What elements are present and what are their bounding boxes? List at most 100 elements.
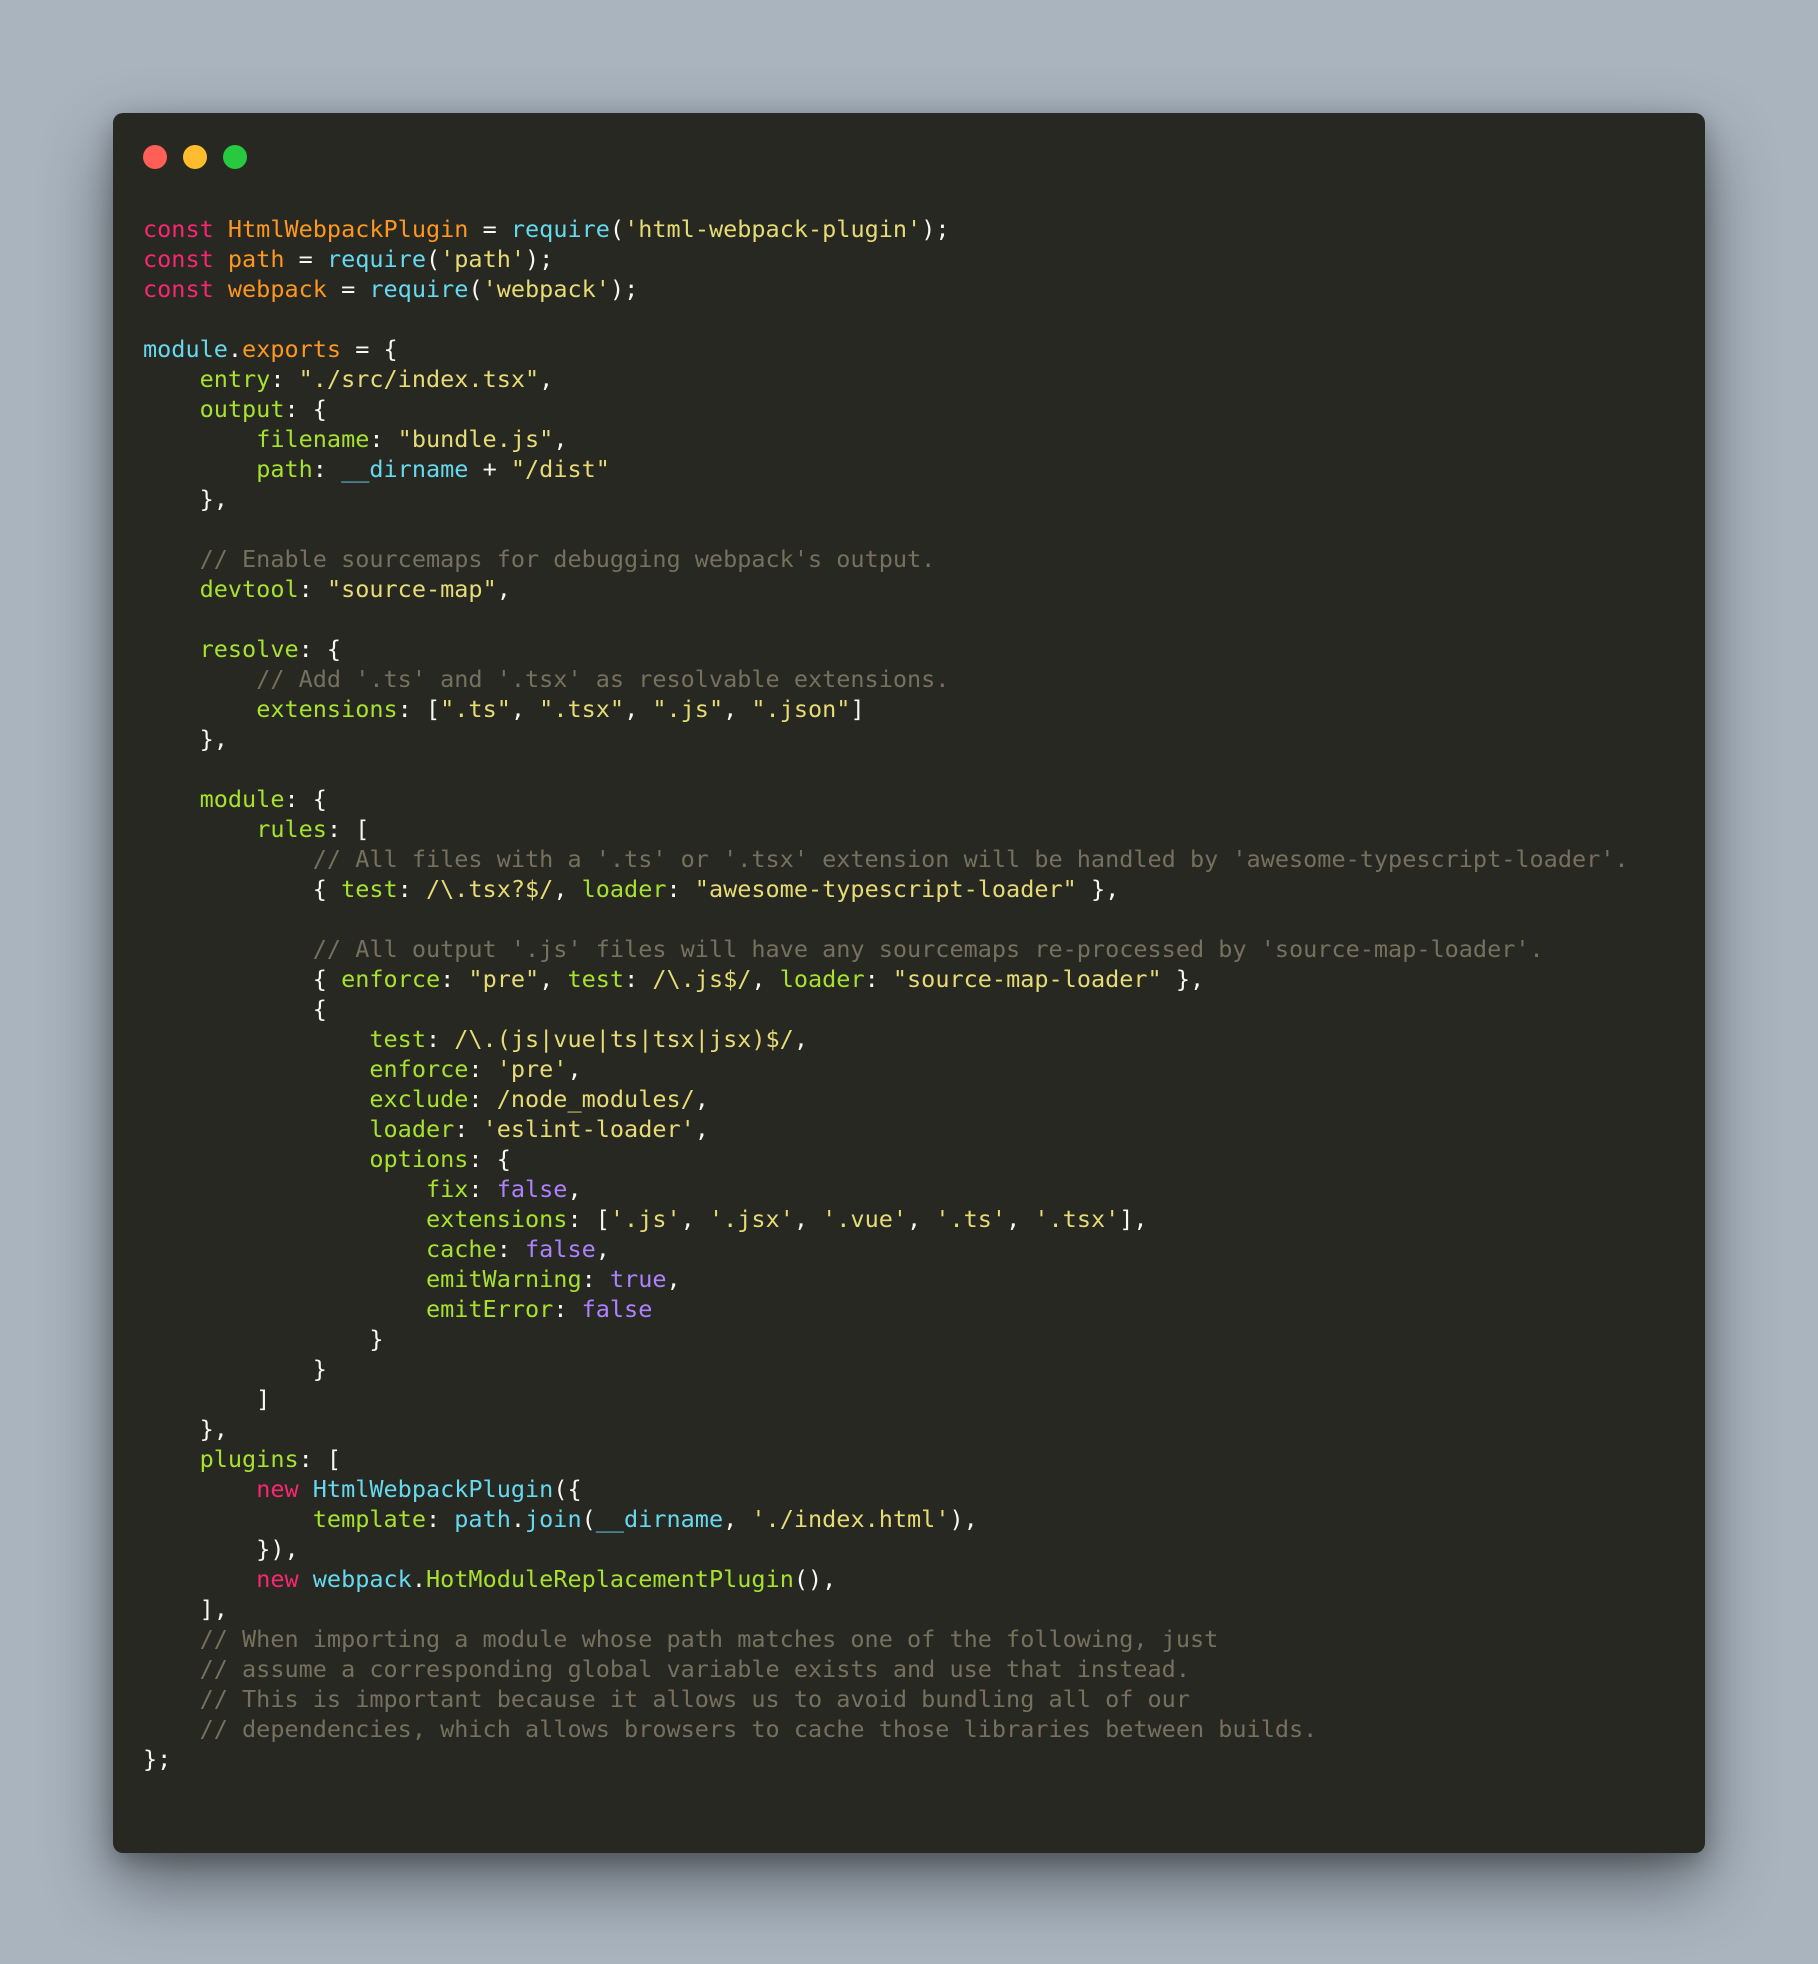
code-token: = (326, 275, 370, 303)
code-token: ( (425, 245, 441, 273)
code-token: ".tsx" (539, 695, 625, 723)
code-token: . (227, 335, 243, 363)
code-token: 'path' (440, 245, 526, 273)
code-token: fix (425, 1175, 469, 1203)
code-block: const HtmlWebpackPlugin = require('html-… (143, 214, 1629, 1774)
code-token: module (143, 335, 228, 363)
code-token: output (199, 395, 285, 423)
code-token: "bundle.js" (397, 425, 554, 453)
code-token: : (425, 1505, 455, 1533)
code-line: // assume a corresponding global variabl… (143, 1654, 1629, 1684)
code-token: /\.tsx?$/ (425, 875, 554, 903)
code-token: extensions (425, 1205, 568, 1233)
code-token: require (369, 275, 469, 303)
code-token: exports (242, 335, 342, 363)
code-token: ); (921, 215, 950, 243)
code-token: enforce (341, 965, 441, 993)
code-line: emitWarning: true, (143, 1264, 1629, 1294)
code-line: extensions: ['.js', '.jsx', '.vue', '.ts… (143, 1204, 1629, 1234)
code-token: } (143, 1325, 384, 1353)
code-token: : (468, 1055, 497, 1083)
minimize-button-icon[interactable] (183, 145, 207, 169)
code-token: exclude (369, 1085, 469, 1113)
code-token: , (666, 1265, 681, 1293)
code-token: = { (341, 335, 398, 363)
code-token: "./src/index.tsx" (298, 365, 540, 393)
code-line: entry: "./src/index.tsx", (143, 364, 1629, 394)
code-token: : (312, 455, 342, 483)
code-token: __dirname (341, 455, 469, 483)
code-token: , (793, 1025, 808, 1053)
code-token: emitError (425, 1295, 554, 1323)
code-token: ".js" (652, 695, 724, 723)
code-line: rules: [ (143, 814, 1629, 844)
code-token: = (284, 245, 327, 273)
code-token: : { (468, 1145, 511, 1173)
code-token: , (723, 1505, 752, 1533)
code-token: : (468, 1085, 497, 1113)
code-token: : { (284, 395, 327, 423)
code-token: "/dist" (510, 455, 610, 483)
code-token: { (143, 995, 327, 1023)
code-token: : (369, 425, 398, 453)
code-token: 'webpack' (482, 275, 610, 303)
code-line: module.exports = { (143, 334, 1629, 364)
code-line: const HtmlWebpackPlugin = require('html-… (143, 214, 1629, 244)
code-line: resolve: { (143, 634, 1629, 664)
code-line: }, (143, 484, 1629, 514)
code-token: path (227, 245, 285, 273)
code-line: ​ (143, 754, 1629, 784)
code-token: __dirname (595, 1505, 724, 1533)
close-button-icon[interactable] (143, 145, 167, 169)
code-line: fix: false, (143, 1174, 1629, 1204)
code-token: plugins (199, 1445, 299, 1473)
code-token: , (723, 695, 752, 723)
code-line: // This is important because it allows u… (143, 1684, 1629, 1714)
code-token: ] (850, 695, 865, 723)
code-line: template: path.join(__dirname, './index.… (143, 1504, 1629, 1534)
code-token: loader (369, 1115, 455, 1143)
code-token: . (510, 1505, 526, 1533)
code-token: 'eslint-loader' (482, 1115, 695, 1143)
code-line: emitError: false (143, 1294, 1629, 1324)
code-token: = (468, 215, 511, 243)
code-token: // Enable sourcemaps for debugging webpa… (199, 545, 936, 573)
code-token: enforce (369, 1055, 469, 1083)
code-line: new webpack.HotModuleReplacementPlugin()… (143, 1564, 1629, 1594)
code-token: require (326, 245, 426, 273)
code-line: devtool: "source-map", (143, 574, 1629, 604)
code-line: filename: "bundle.js", (143, 424, 1629, 454)
code-token: // This is important because it allows u… (199, 1685, 1190, 1713)
code-token: : (270, 365, 299, 393)
code-token: emitWarning (425, 1265, 582, 1293)
zoom-button-icon[interactable] (223, 145, 247, 169)
code-token: , (539, 965, 568, 993)
code-token: // All output '.js' files will have any … (312, 935, 1544, 963)
code-window: const HtmlWebpackPlugin = require('html-… (113, 113, 1705, 1853)
code-line: const webpack = require('webpack'); (143, 274, 1629, 304)
code-token: , (510, 695, 540, 723)
code-token: const (143, 245, 228, 273)
code-token: options (369, 1145, 469, 1173)
code-line: ​ (143, 514, 1629, 544)
code-token: 'pre' (496, 1055, 568, 1083)
code-token: new (256, 1475, 313, 1503)
code-token: ".json" (751, 695, 851, 723)
code-token: , (751, 965, 780, 993)
